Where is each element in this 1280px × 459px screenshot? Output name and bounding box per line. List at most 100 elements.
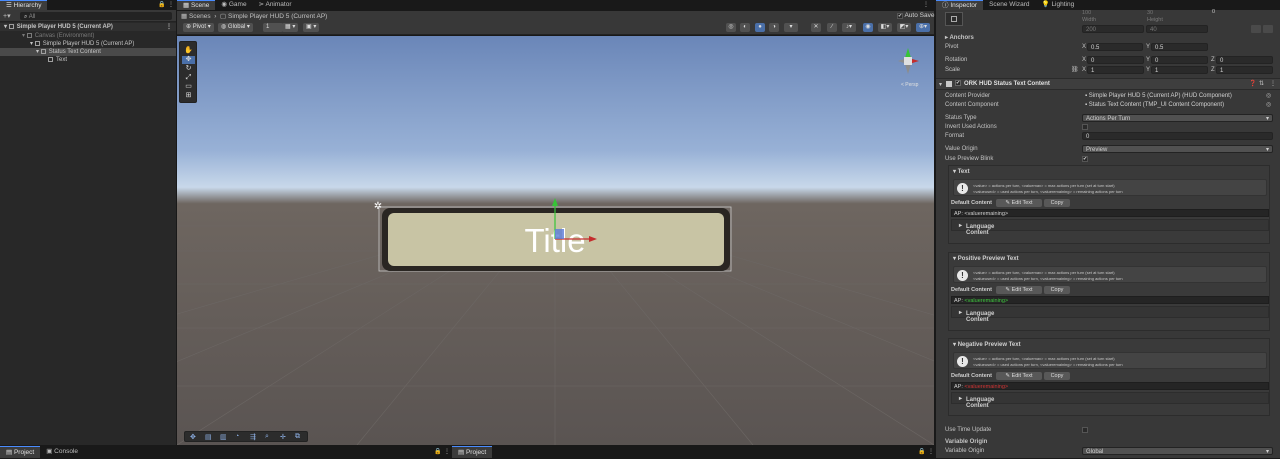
more-menu-icon[interactable]: ⋮ <box>928 448 934 455</box>
content-provider-field[interactable]: ▪ Simple Player HUD 5 (Current AP) (HUD … <box>1082 92 1274 100</box>
use-time-update-checkbox[interactable] <box>1082 427 1088 433</box>
pivot-x-field[interactable]: 0.5 <box>1087 43 1143 51</box>
tab-lighting[interactable]: 💡 Lighting <box>1036 0 1081 10</box>
scale-x-field[interactable]: 1 <box>1087 66 1144 74</box>
language-content-foldout[interactable]: ▸ Language Content <box>951 392 1269 409</box>
rotation-z-field[interactable]: 0 <box>1216 56 1273 64</box>
use-preview-blink-checkbox[interactable]: ✔ <box>1082 156 1088 162</box>
pivot-dropdown[interactable]: ⊕ Pivot ▾ <box>183 23 214 32</box>
circle-icon[interactable]: ◔ <box>235 433 239 440</box>
scale-tool-icon[interactable]: ⤢ <box>182 74 195 82</box>
visibility-icon[interactable]: ◉ <box>863 23 873 32</box>
negative-preview-foldout[interactable]: ▾ Negative Preview Text <box>953 341 1021 348</box>
global-dropdown[interactable]: ◍ Global ▾ <box>218 23 253 32</box>
status-type-dropdown[interactable]: Actions Per Turn ▾ <box>1082 114 1273 122</box>
tab-game[interactable]: ◉ Game <box>215 0 252 10</box>
more-menu-icon[interactable]: ⋮ <box>166 23 172 31</box>
format-field[interactable]: 0 <box>1082 132 1273 140</box>
add-icon[interactable]: +▾ <box>3 12 11 20</box>
persp-label[interactable]: < Persp <box>901 82 919 88</box>
move-icon[interactable]: ✥ <box>190 433 196 441</box>
shading-solid-icon[interactable]: ● <box>755 23 765 32</box>
tab-project[interactable]: ▤ Project <box>0 446 41 458</box>
more-menu-icon[interactable]: ⋮ <box>1270 80 1276 87</box>
content-component-field[interactable]: ▪ Status Text Content (TMP_UI Content Co… <box>1082 101 1274 109</box>
grid-dropdown[interactable]: ▦ ▾ <box>282 23 299 32</box>
pivot-y-field[interactable]: 0.5 <box>1151 43 1208 51</box>
draw-mode-icon[interactable]: ▾ <box>784 23 798 32</box>
cross-icon[interactable]: ✛ <box>280 433 286 441</box>
gizmo-plane-handle[interactable] <box>555 229 564 239</box>
width-field[interactable]: 200 <box>1082 25 1144 33</box>
help-icon[interactable]: ❓ <box>1249 80 1256 87</box>
align-icon[interactable]: ⇶ <box>250 433 256 441</box>
shading-textured-icon[interactable]: ◑ <box>769 23 779 32</box>
gizmo-center-icon[interactable]: ◎ <box>726 23 736 32</box>
language-content-foldout[interactable]: ▸ Language Content <box>951 306 1269 323</box>
edit-text-button[interactable]: ✎ Edit Text <box>996 199 1042 207</box>
blueprint-mode-button[interactable] <box>1251 25 1261 33</box>
foldout-arrow-icon[interactable]: ▾ <box>939 81 942 88</box>
default-content-field[interactable]: AP: <valueremaining> <box>951 209 1269 217</box>
transform-tool-icon[interactable]: ⊞ <box>182 92 195 100</box>
hierarchy-search-input[interactable]: ⌕ All <box>20 12 172 20</box>
2d-toggle-icon[interactable]: ✕ <box>811 23 821 32</box>
snap-dropdown[interactable]: ▣ ▾ <box>303 23 320 32</box>
anchor-preset-button[interactable] <box>945 12 963 26</box>
gizmo-dropdown-icon[interactable]: ⊕▾ <box>916 23 930 32</box>
overlay-menu-icon[interactable]: ⧉ <box>295 433 300 441</box>
grid-snap-step-input[interactable]: 1 <box>263 23 283 32</box>
tab-animator[interactable]: ⋗ Animator <box>253 0 298 10</box>
layout-icon[interactable]: ▥ <box>220 433 227 441</box>
breadcrumb-current[interactable]: Simple Player HUD 5 (Current AP) <box>228 13 327 20</box>
rect-tool-icon[interactable]: ▭ <box>182 83 195 91</box>
lock-icon[interactable]: 🔒 <box>434 448 441 455</box>
anchor-icon[interactable]: ✲ <box>374 201 382 212</box>
component-enabled-checkbox[interactable]: ✔ <box>955 80 961 86</box>
copy-button[interactable]: Copy <box>1044 286 1070 294</box>
hierarchy-row-hud[interactable]: ▾ Simple Player HUD 5 (Current AP) <box>30 40 134 48</box>
gizmos-icon[interactable]: ◩▾ <box>897 23 911 32</box>
move-tool-icon[interactable]: ✥ <box>182 56 195 64</box>
component-header[interactable]: ▾ ✔ ORK HUD Status Text Content ❓ ⇅ ⋮ <box>936 78 1280 90</box>
audio-toggle-icon[interactable]: ♪▾ <box>842 23 856 32</box>
edit-text-button[interactable]: ✎ Edit Text <box>996 372 1042 380</box>
link-icon[interactable]: ⛓ <box>1071 66 1079 74</box>
text-section-foldout[interactable]: ▾ Text <box>953 168 970 175</box>
hierarchy-row-scene[interactable]: ▾ Simple Player HUD 5 (Current AP) ⋮ <box>0 23 176 31</box>
edit-text-button[interactable]: ✎ Edit Text <box>996 286 1042 294</box>
gizmo-center-cube[interactable] <box>904 57 912 65</box>
camera-icon[interactable]: ◧▾ <box>878 23 892 32</box>
more-menu-icon[interactable]: ⋮ <box>923 1 929 8</box>
language-content-foldout[interactable]: ▸ Language Content <box>951 219 1269 236</box>
object-picker-icon[interactable]: ◎ <box>1266 101 1271 108</box>
tab-hierarchy[interactable]: ☰ Hierarchy <box>0 0 48 10</box>
auto-save-toggle[interactable]: ✔ Auto Save <box>897 12 934 19</box>
raw-edit-button[interactable] <box>1263 25 1273 33</box>
invert-used-actions-checkbox[interactable] <box>1082 124 1088 130</box>
value-origin-dropdown[interactable]: Preview ▾ <box>1082 145 1273 153</box>
positive-preview-foldout[interactable]: ▾ Positive Preview Text <box>953 255 1019 262</box>
search-icon[interactable]: ⌕ <box>265 433 269 441</box>
hand-tool-icon[interactable]: ✋ <box>182 47 195 55</box>
hierarchy-row-canvas[interactable]: ▾ Canvas (Environment) <box>22 32 94 40</box>
anchors-foldout[interactable]: ▸ Anchors <box>945 34 974 42</box>
breadcrumb-root[interactable]: Scenes <box>189 13 211 20</box>
height-field[interactable]: 40 <box>1146 25 1208 33</box>
scale-z-field[interactable]: 1 <box>1216 66 1273 74</box>
grid-icon[interactable]: ▤ <box>205 433 212 441</box>
copy-button[interactable]: Copy <box>1044 372 1070 380</box>
default-content-field[interactable]: AP: <valueremaining> <box>951 296 1269 304</box>
shading-wire-icon[interactable]: ◐ <box>740 23 750 32</box>
tab-inspector[interactable]: ⓘ Inspector <box>936 0 984 10</box>
lock-icon[interactable]: 🔒 <box>918 448 925 455</box>
rotation-x-field[interactable]: 0 <box>1087 56 1144 64</box>
preset-icon[interactable]: ⇅ <box>1259 80 1264 87</box>
scale-y-field[interactable]: 1 <box>1151 66 1208 74</box>
pos-z-value[interactable]: 0 <box>1212 8 1215 16</box>
tab-project-2[interactable]: ▤ Project <box>452 446 493 458</box>
more-menu-icon[interactable]: ⋮ <box>168 1 174 8</box>
tab-console[interactable]: ▣ Console <box>40 446 84 458</box>
rotation-y-field[interactable]: 0 <box>1151 56 1208 64</box>
tab-scene[interactable]: ▦ Scene <box>177 0 216 10</box>
